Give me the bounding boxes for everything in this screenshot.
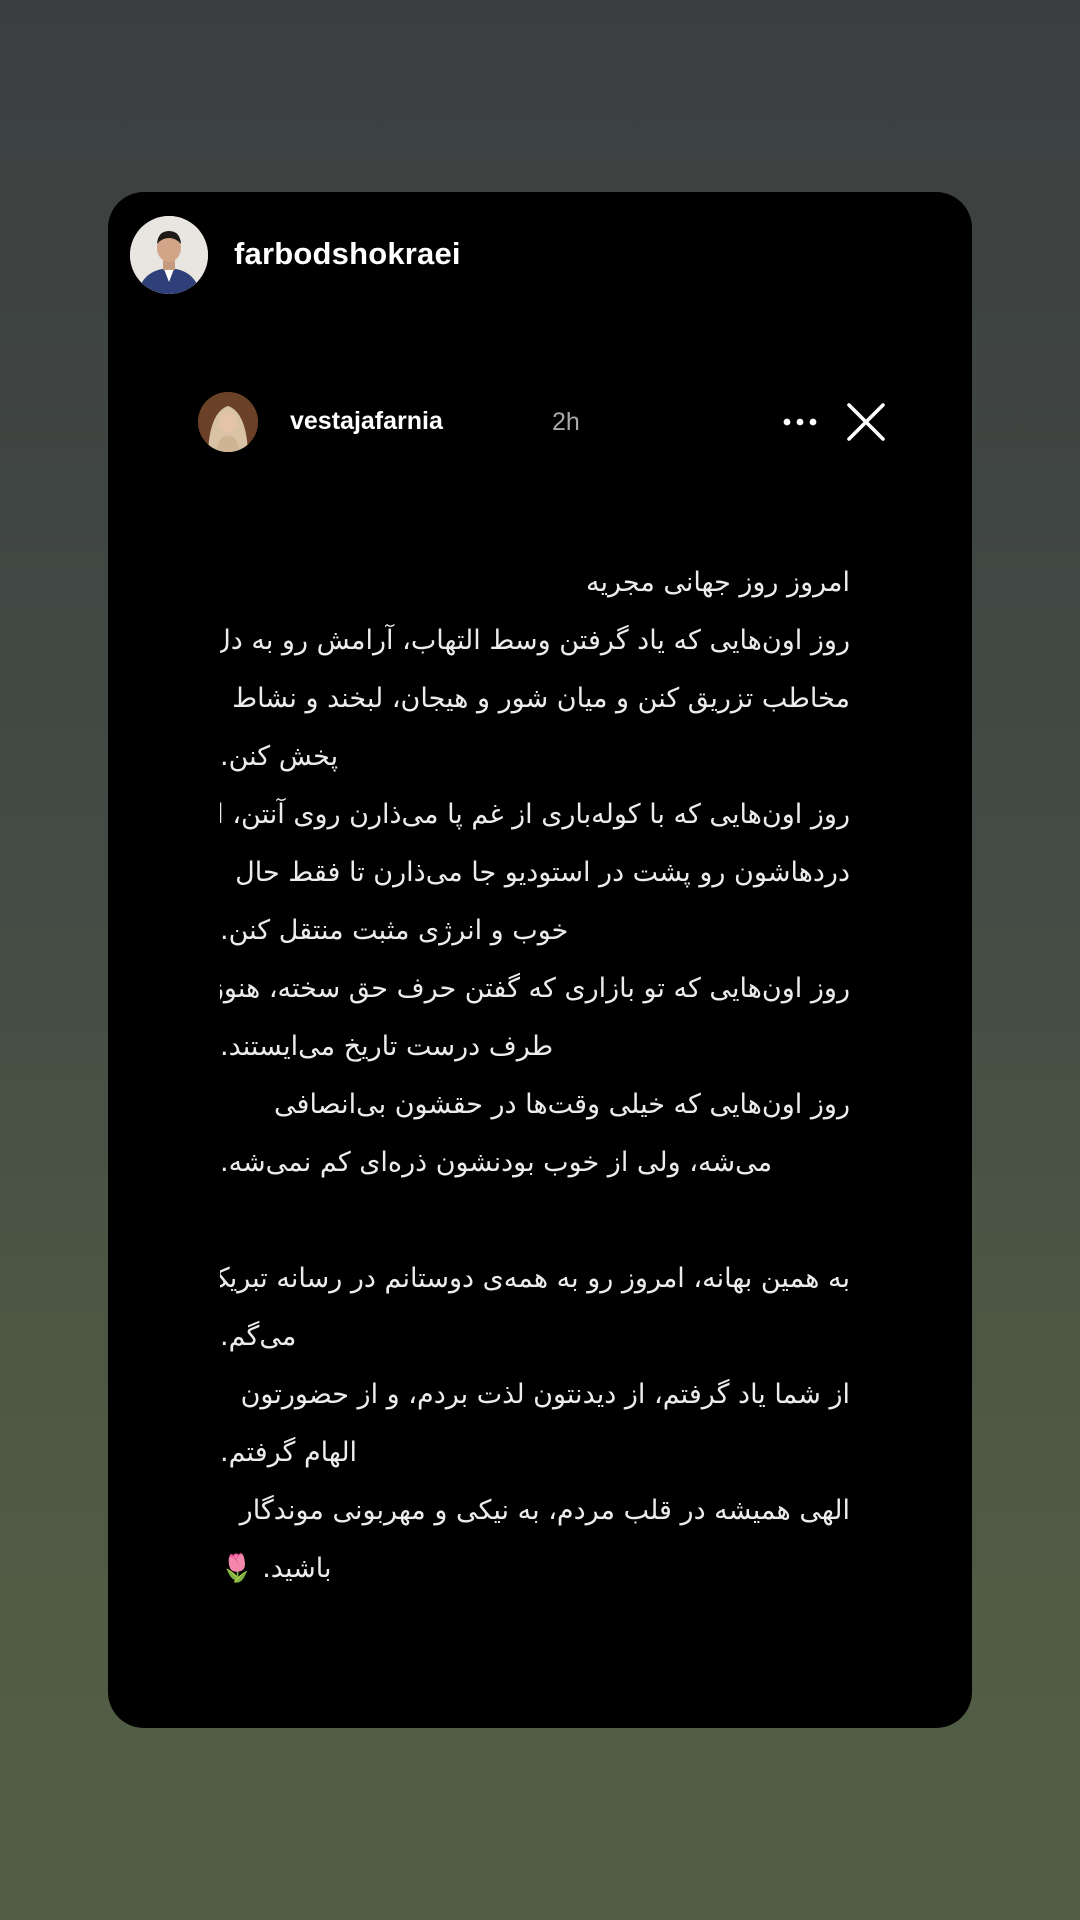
sharer-avatar[interactable] (130, 216, 208, 294)
caption-line: پخش کنن. (220, 741, 339, 772)
post-caption: امروز روز جهانی مجریه روز اون‌هایی که یا… (220, 554, 850, 1598)
sharer-username[interactable]: farbodshokraei (234, 236, 461, 272)
caption-line: از شما یاد گرفتم، از دیدنتون لذت بردم، و… (240, 1379, 850, 1410)
caption-blank-line (220, 1192, 850, 1250)
story-card: farbodshokraei vestajafarnia 2h امروز رو… (108, 192, 972, 1728)
caption-line: امروز روز جهانی مجریه (586, 567, 850, 598)
caption-line: می‌شه، ولی از خوب بودنشون ذره‌ای کم نمی‌… (220, 1147, 773, 1178)
caption-line: مخاطب تزریق کنن و میان شور و هیجان، لبخن… (232, 683, 850, 714)
profile-photo-icon (198, 392, 258, 452)
caption-line: الهام گرفتم. (220, 1437, 358, 1468)
more-options-button[interactable] (778, 402, 822, 442)
post-username[interactable]: vestajafarnia (290, 407, 443, 436)
caption-line: روز اون‌هایی که تو بازاری که گفتن حرف حق… (220, 973, 850, 1004)
caption-line: خوب و انرژی مثبت منتقل کنن. (220, 915, 569, 946)
caption-line: روز اون‌هایی که خیلی وقت‌ها در حقشون بی‌… (274, 1089, 850, 1120)
post-header: vestajafarnia 2h (198, 392, 918, 456)
caption-line: طرف درست تاریخ می‌ایستند. (220, 1031, 554, 1062)
profile-photo-icon (130, 216, 208, 294)
caption-line: دردهاشون رو پشت در استودیو جا می‌ذارن تا… (235, 857, 850, 888)
post-avatar[interactable] (198, 392, 258, 452)
close-icon (847, 403, 885, 441)
caption-line: می‌گم. (220, 1321, 297, 1352)
caption-line: باشید. 🌷 (220, 1553, 332, 1584)
caption-line: روز اون‌هایی که یاد گرفتن وسط التهاب، آر… (220, 625, 850, 656)
post-time: 2h (552, 408, 580, 436)
caption-line: به همین بهانه، امروز رو به همه‌ی دوستانم… (220, 1263, 850, 1294)
close-button[interactable] (842, 398, 890, 446)
caption-line: روز اون‌هایی که با کوله‌باری از غم پا می… (220, 799, 850, 830)
caption-line: الهی همیشه در قلب مردم، به نیکی و مهربون… (239, 1495, 850, 1526)
more-dots-icon (783, 418, 817, 426)
